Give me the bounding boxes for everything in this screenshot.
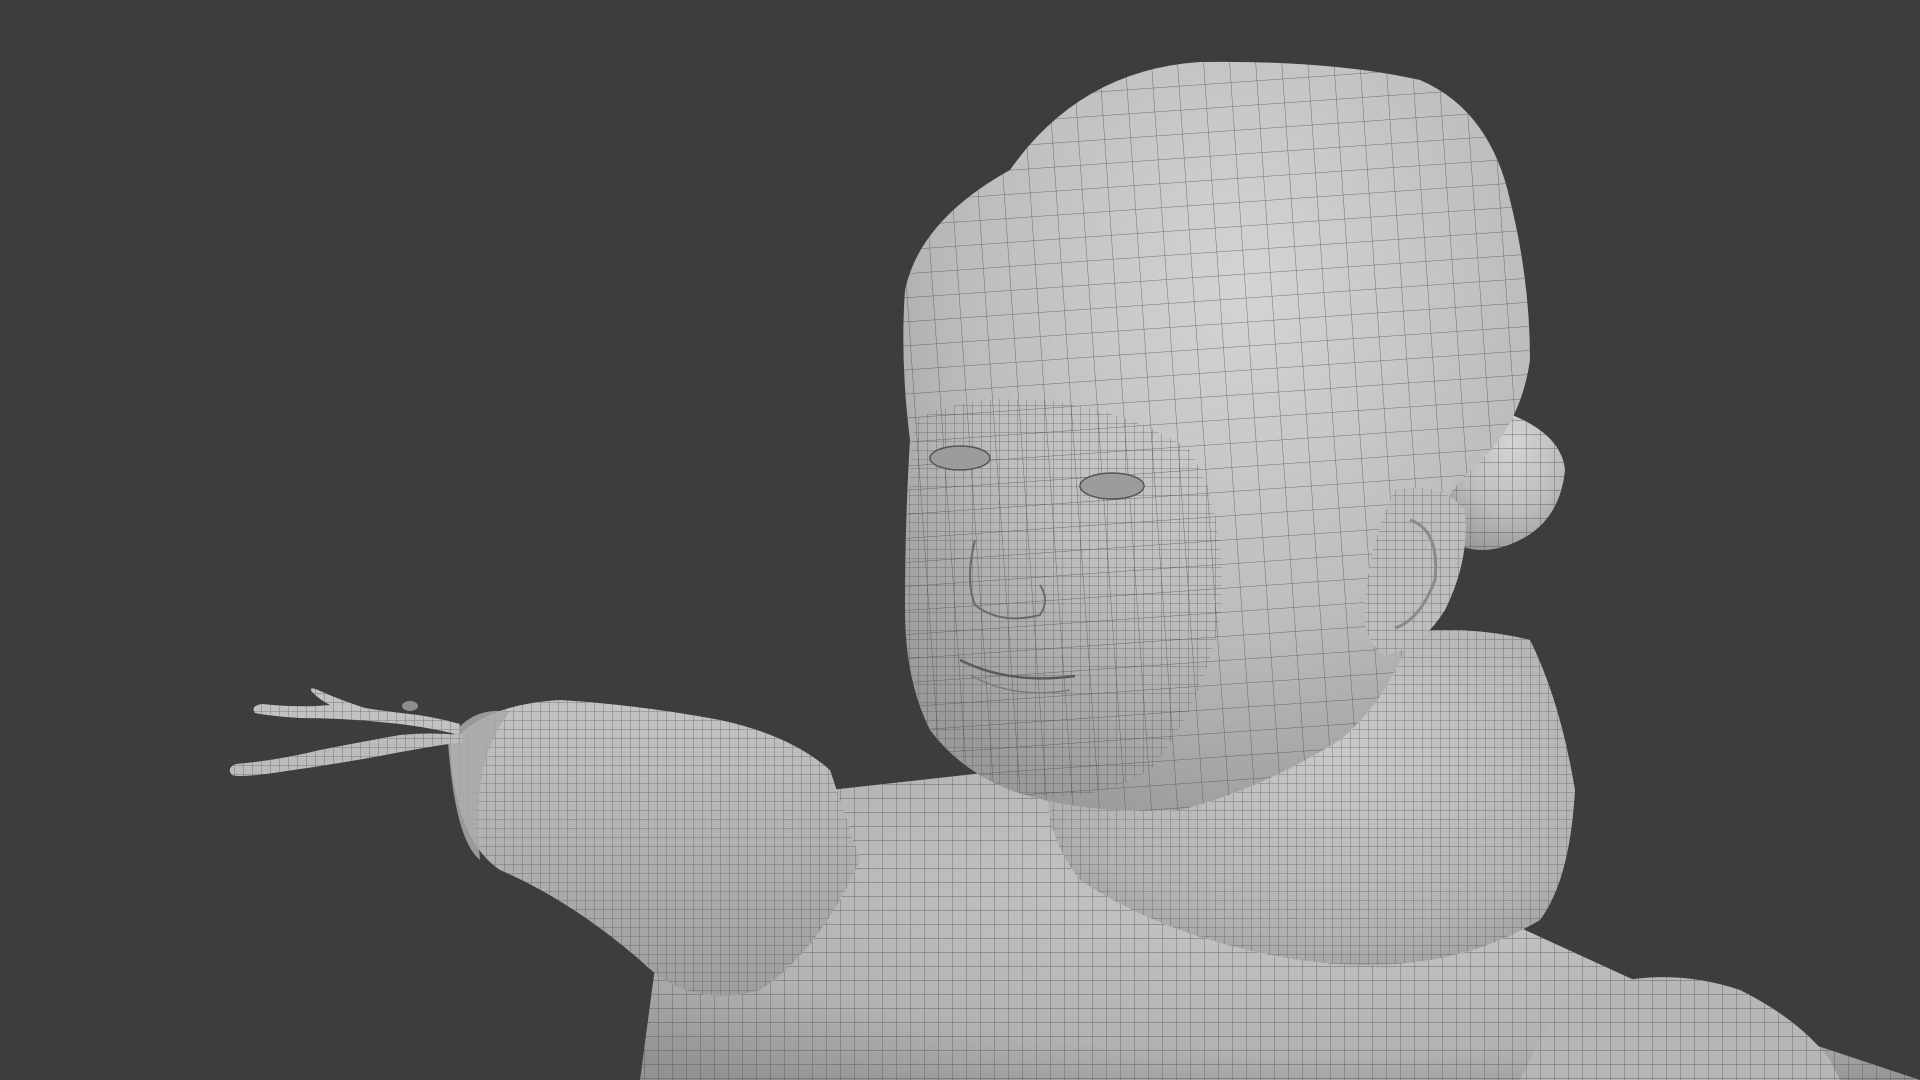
arm-mesh[interactable] [448,700,860,996]
3d-viewport[interactable] [0,0,1920,1080]
left-eye [929,445,991,471]
right-eye [1079,472,1145,500]
viewport-canvas[interactable] [0,0,1920,1080]
hand-mesh[interactable] [229,688,462,776]
